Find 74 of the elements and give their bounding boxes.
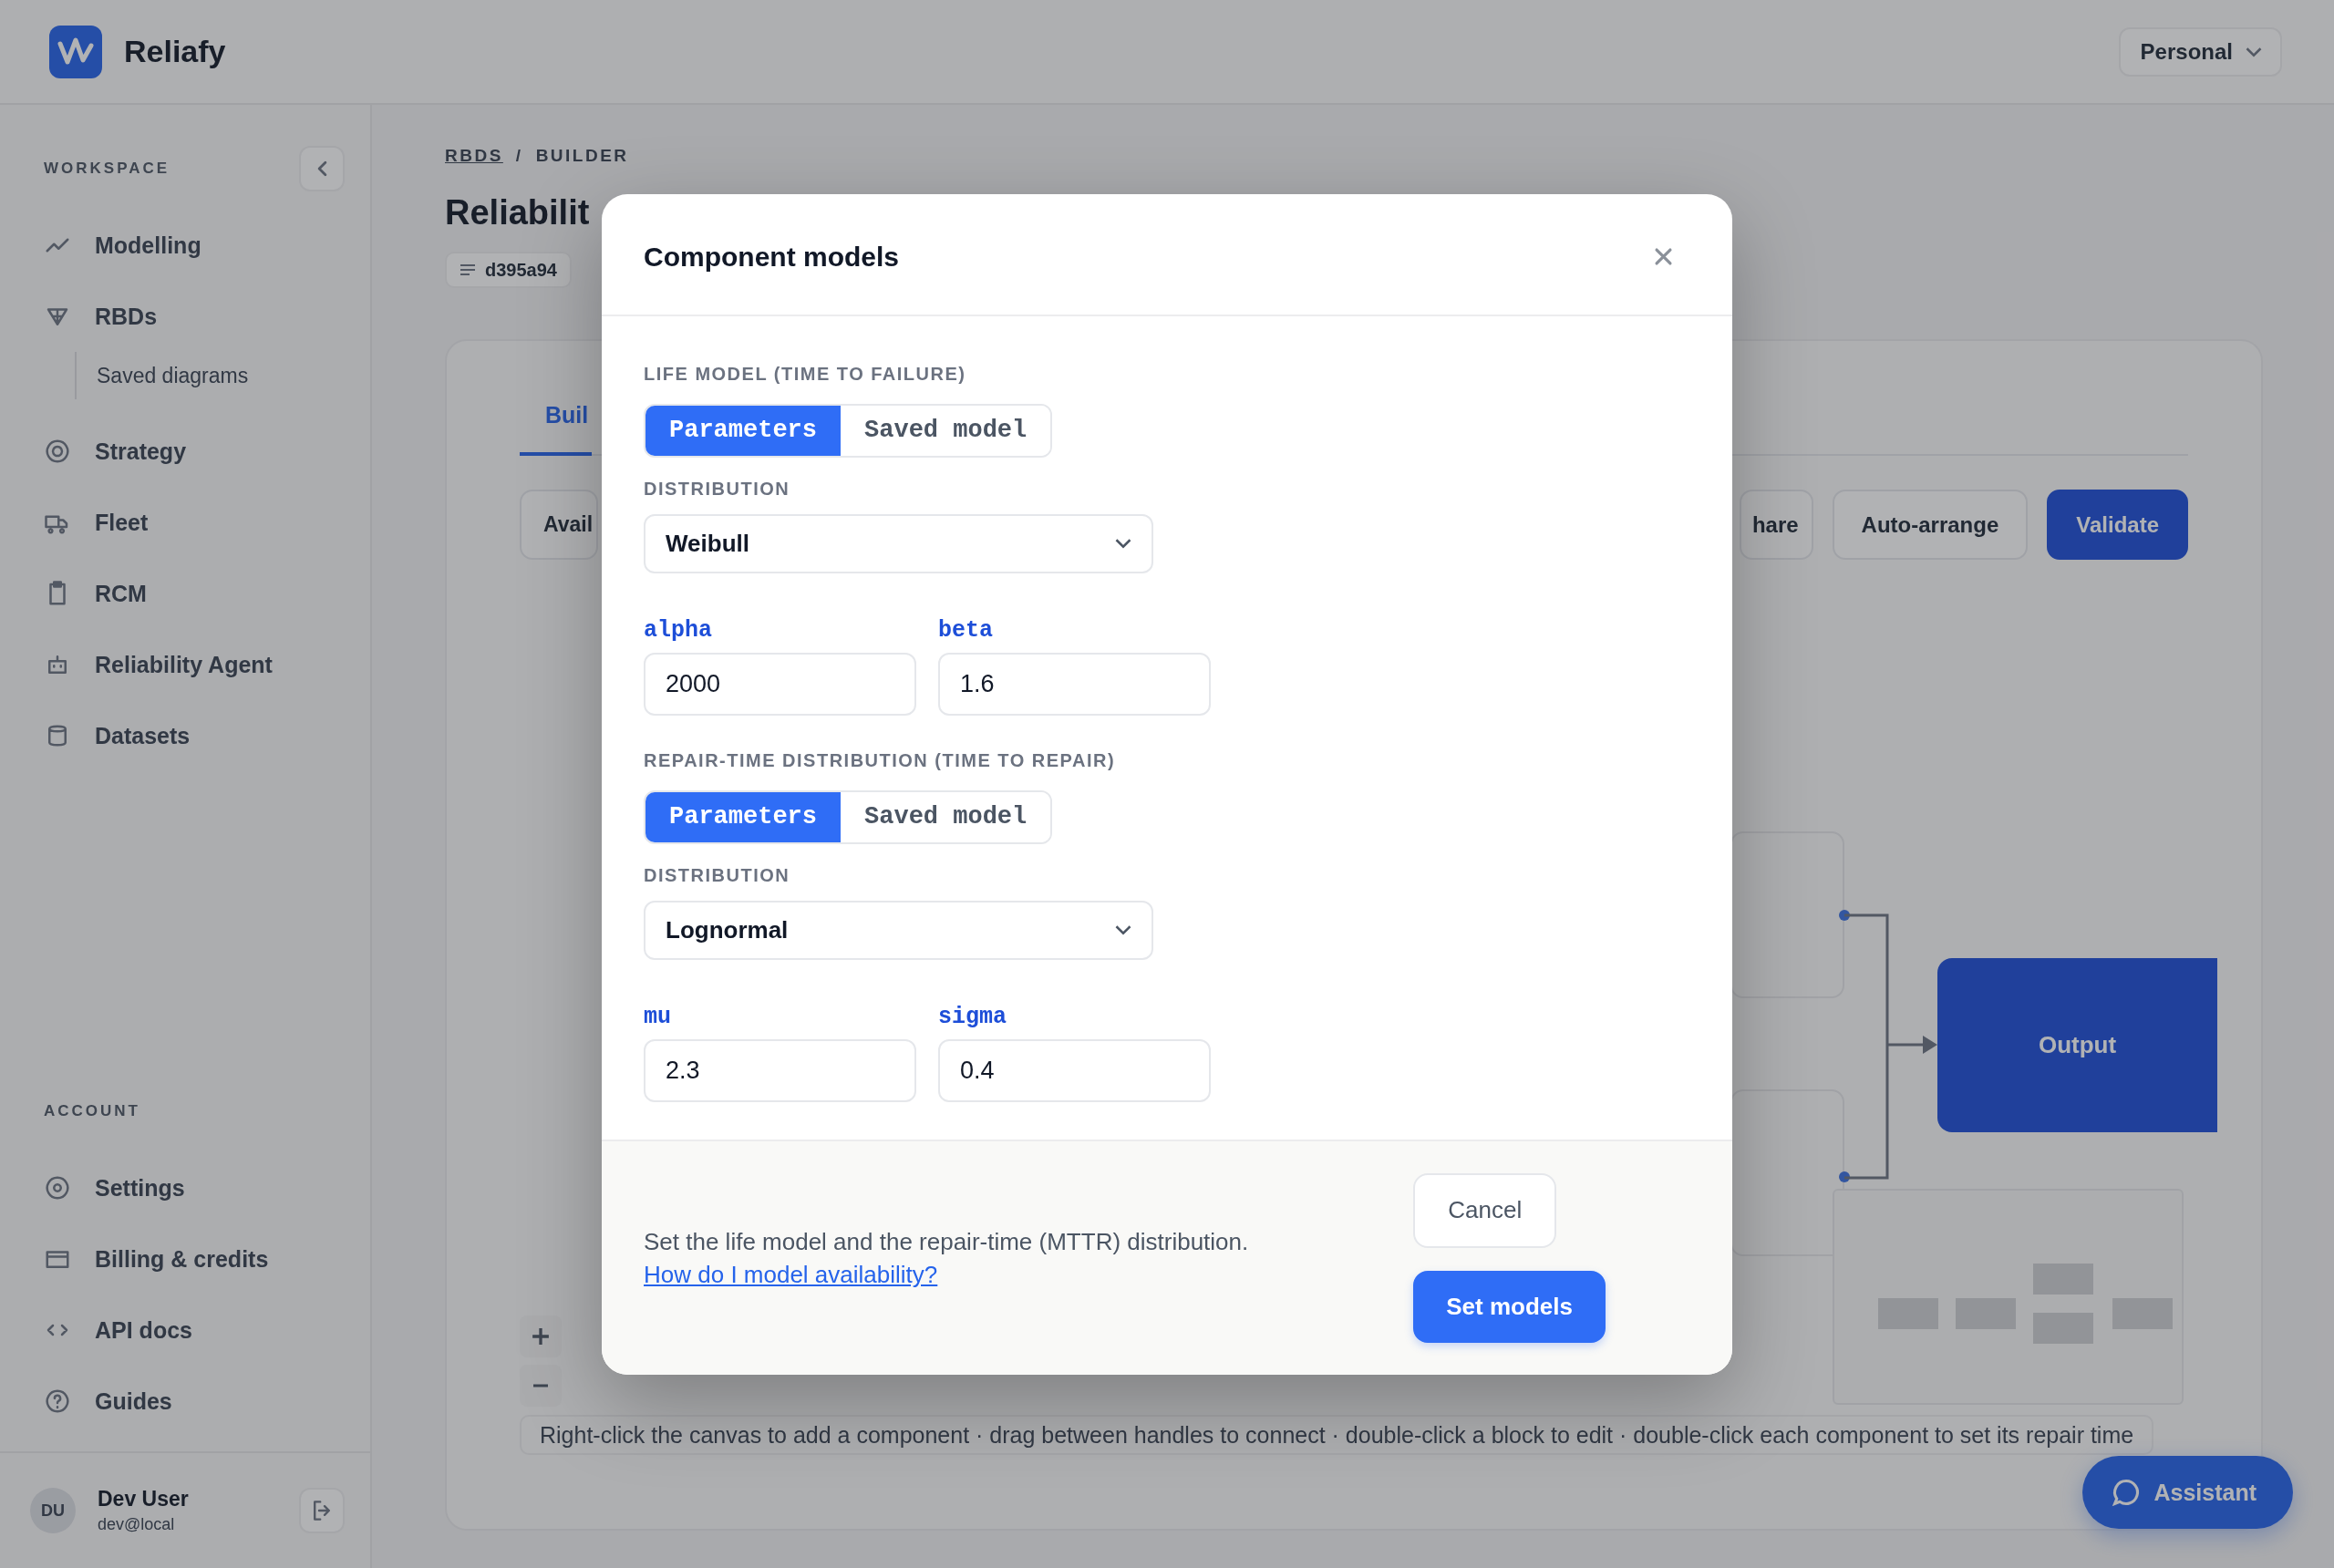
close-button[interactable] [1654, 247, 1672, 266]
chevron-down-icon [2246, 46, 2262, 57]
nav-item[interactable]: Strategy [44, 416, 345, 487]
id-chip: d395a94 [445, 252, 572, 288]
logo-icon [49, 25, 102, 78]
field-label: DISTRIBUTION [644, 478, 790, 499]
user-name: Dev User [98, 1487, 189, 1511]
plus-icon [532, 1327, 550, 1346]
nav-item[interactable]: Billing & credits [44, 1223, 345, 1295]
toolbar-button[interactable]: Validate [2047, 490, 2188, 560]
nav-item[interactable]: Datasets [44, 700, 345, 771]
nav-item[interactable]: Fleet [44, 487, 345, 558]
minus-icon [532, 1384, 550, 1387]
chevron-down-icon [1115, 925, 1131, 934]
nav-item[interactable]: Modelling [44, 210, 345, 281]
section-label: ACCOUNT [44, 1102, 140, 1120]
dialog-title: Component models [644, 241, 899, 273]
nav-item[interactable]: Reliability Agent [44, 629, 345, 700]
nav-item[interactable]: Settings [44, 1152, 345, 1223]
canvas-hint: Right-click the canvas to add a component · drag between handles to connect · double-click a block to edit · double-click each component to set its repair time [520, 1415, 2154, 1455]
distribution-select[interactable]: Weibull [644, 513, 1153, 573]
section-heading: REPAIR-TIME DISTRIBUTION (TIME TO REPAIR) [644, 749, 1116, 770]
confirm-button[interactable]: Set models [1413, 1270, 1606, 1343]
segment-tab[interactable]: Parameters [645, 791, 842, 842]
breadcrumb-separator: / [515, 146, 523, 166]
chevron-down-icon [1115, 539, 1131, 548]
nav-item[interactable]: Guides [44, 1366, 345, 1437]
segment-tab[interactable]: Parameters [645, 405, 842, 456]
logout-icon [314, 1501, 330, 1521]
chat-icon [2113, 1480, 2140, 1505]
brand-name: Reliafy [124, 34, 226, 69]
assistant-button[interactable]: Assistant [2082, 1456, 2293, 1529]
parameter-label: alpha [644, 620, 712, 641]
parameter-label: sigma [938, 1006, 1007, 1027]
logout-button[interactable] [299, 1488, 345, 1533]
toolbar-button[interactable]: Auto-arrange [1832, 490, 2029, 560]
lines-icon [460, 264, 476, 275]
workspace-switcher[interactable]: Personal [2118, 26, 2282, 77]
collapse-sidebar-button[interactable] [299, 146, 345, 191]
user-avatar: DU [30, 1488, 76, 1533]
handle-icon[interactable] [1839, 910, 1850, 921]
help-icon [44, 1387, 71, 1415]
parameter-input[interactable]: 2000 [644, 652, 916, 716]
nav-item[interactable]: RCM [44, 558, 345, 629]
breadcrumb-link[interactable]: RBDS [445, 146, 503, 166]
parameter-input[interactable]: 2.3 [644, 1038, 916, 1102]
tab[interactable]: Buil [520, 377, 593, 456]
close-icon [1655, 249, 1671, 264]
zoom-in-button[interactable] [520, 1315, 562, 1357]
nav-item[interactable]: RBDs [44, 281, 345, 352]
handle-icon[interactable] [1839, 1171, 1850, 1182]
footer-note: Set the life model and the repair-time (MTTR) distribution. [644, 1226, 1249, 1256]
parameter-input[interactable]: 0.4 [938, 1038, 1211, 1102]
user-email: dev@local [98, 1515, 176, 1534]
parameter-label: beta [938, 620, 993, 641]
section-heading: LIFE MODEL (TIME TO FAILURE) [644, 363, 966, 384]
breadcrumb-current: BUILDER [535, 146, 629, 166]
field-label: DISTRIBUTION [644, 864, 790, 885]
parameter-label: mu [644, 1006, 671, 1027]
page-title: Reliabilit [445, 192, 590, 233]
nav-item[interactable]: API docs [44, 1295, 345, 1366]
distribution-select[interactable]: Lognormal [644, 900, 1153, 960]
target-icon [44, 438, 71, 465]
toolbar-button[interactable]: hare [1739, 490, 1813, 560]
cancel-button[interactable]: Cancel [1413, 1172, 1557, 1248]
nav-subitem[interactable]: Saved diagrams [97, 352, 345, 399]
zoom-out-button[interactable] [520, 1365, 562, 1407]
output-node: Output [1937, 958, 2217, 1132]
parameter-input[interactable]: 1.6 [938, 652, 1211, 716]
help-link[interactable]: How do I model availability? [644, 1259, 938, 1289]
section-label: WORKSPACE [44, 160, 170, 178]
toolbar-button[interactable]: Avail [520, 490, 599, 560]
settings-icon [44, 1174, 71, 1202]
chevron-left-icon [317, 161, 326, 176]
